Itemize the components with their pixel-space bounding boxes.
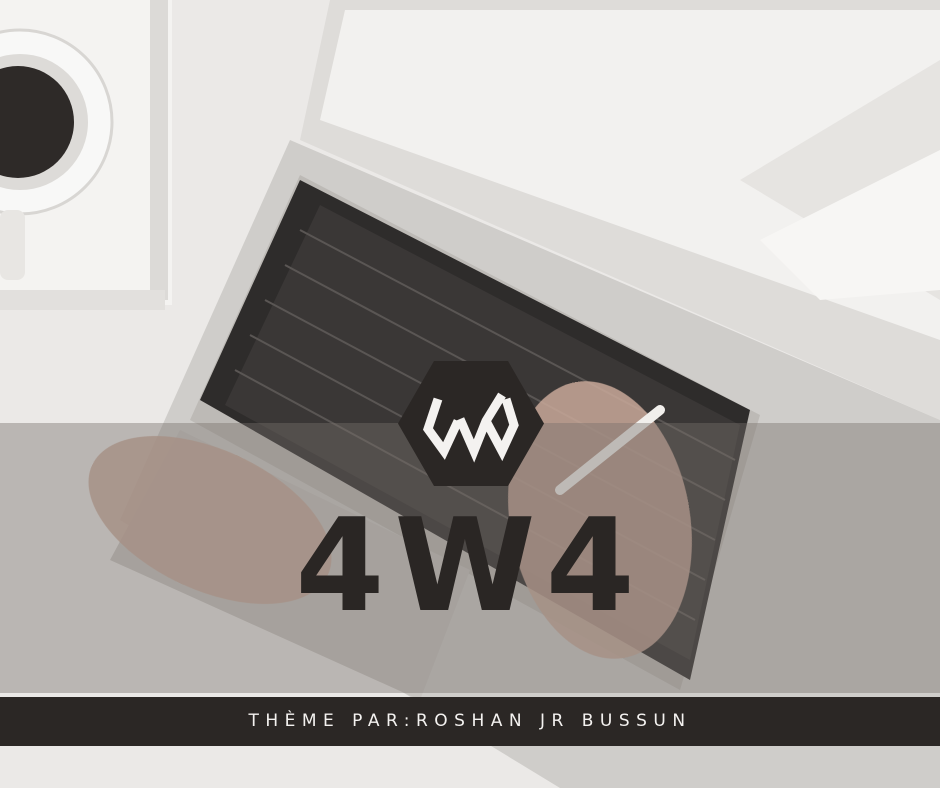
hexagon-4w4-logo-icon: [398, 361, 544, 486]
theme-credit-bar: THÈME PAR:ROSHAN JR BUSSUN: [0, 697, 940, 746]
page-title: 4W4: [295, 492, 645, 641]
